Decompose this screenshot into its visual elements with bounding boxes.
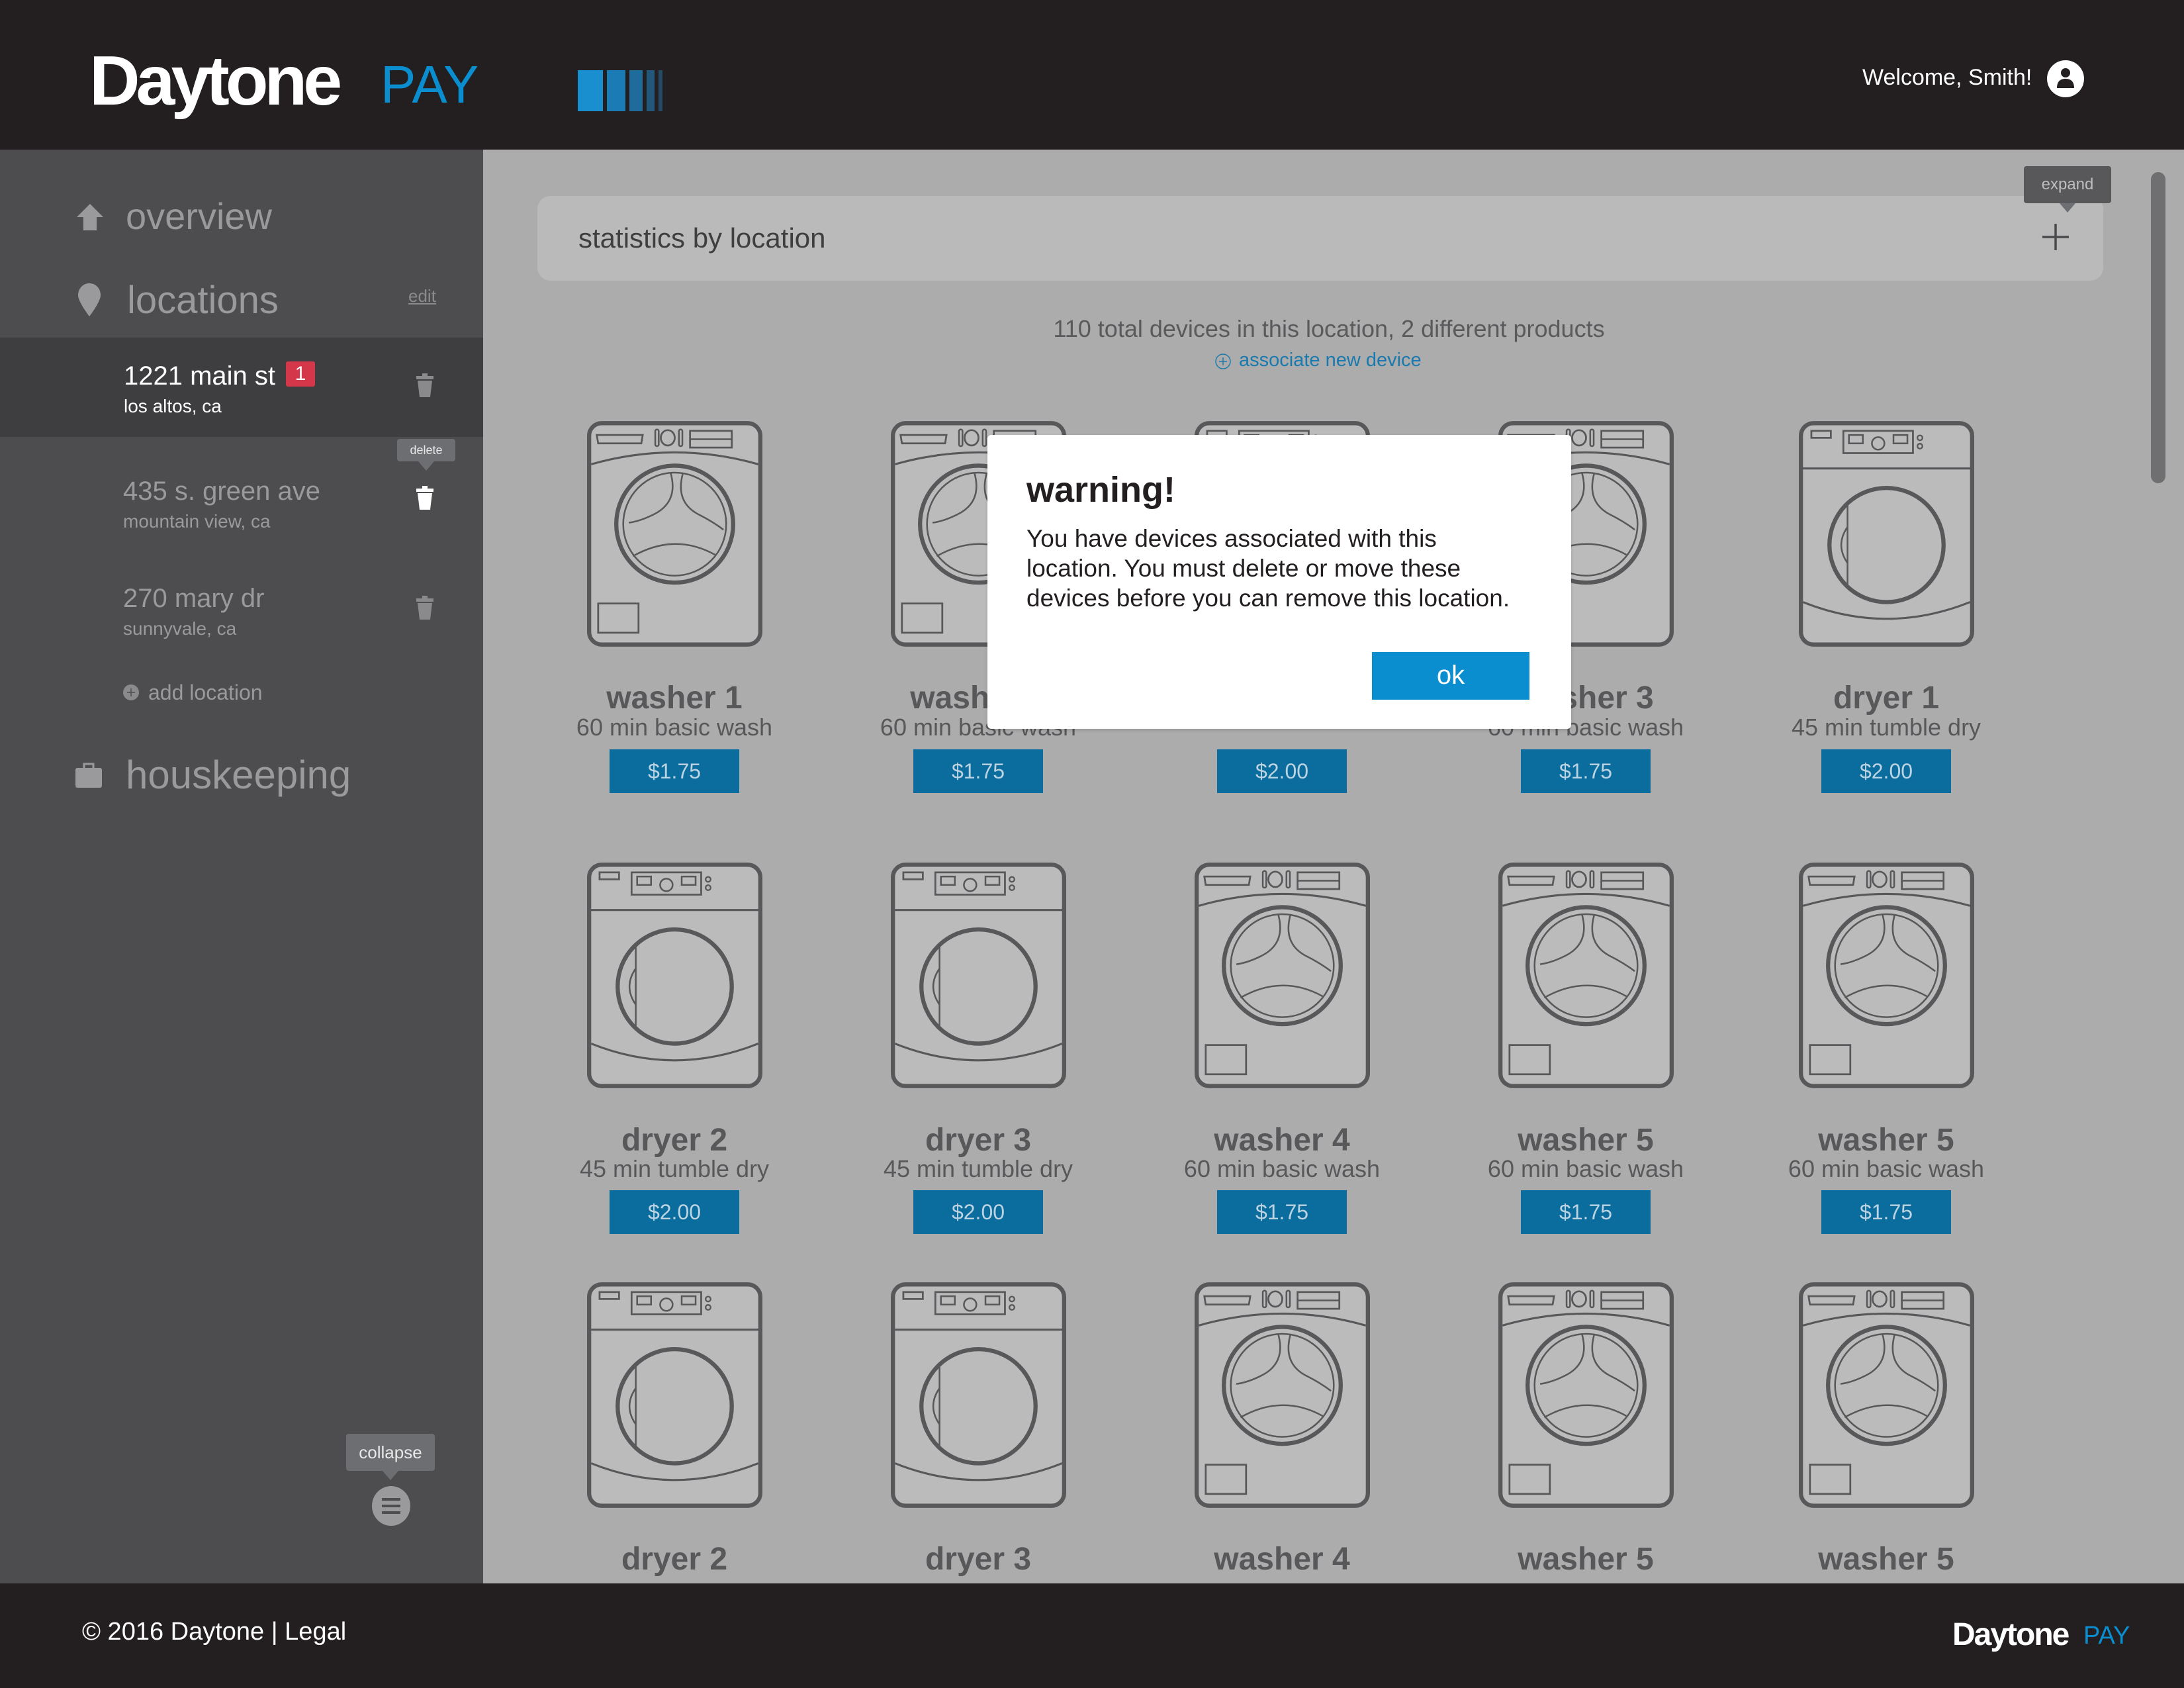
device-name: washer 4 xyxy=(1214,1542,1350,1577)
dryer-icon xyxy=(891,863,1066,1092)
device-name: dryer 2 xyxy=(621,1542,728,1577)
price-button[interactable]: $1.75 xyxy=(1521,1190,1651,1234)
price-button[interactable]: $1.75 xyxy=(1821,1190,1951,1234)
device-description: 45 min tumble dry xyxy=(579,1155,770,1182)
device-description: 60 min basic wash xyxy=(576,714,773,741)
plus-icon[interactable] xyxy=(2041,222,2070,252)
dialog-title: warning! xyxy=(1026,470,1175,510)
device-description: 60 min basic wash xyxy=(1487,1155,1684,1182)
statistics-title: statistics by location xyxy=(578,222,826,254)
location-item[interactable]: 435 s. green ave mountain view, ca xyxy=(0,461,483,547)
notification-badge: 1 xyxy=(286,361,315,387)
header: Daytone PAY Welcome, Smith! xyxy=(0,0,2184,150)
sidebar: overview locations edit 1221 main st 1 l… xyxy=(0,150,483,1583)
device-name: dryer 2 xyxy=(621,1123,728,1158)
dialog-message-line: devices before you can remove this locat… xyxy=(1026,585,1510,612)
trash-icon[interactable] xyxy=(416,373,434,397)
trash-icon[interactable] xyxy=(416,596,434,620)
price-button[interactable]: $1.75 xyxy=(913,749,1043,793)
price-button[interactable]: $1.75 xyxy=(1217,1190,1347,1234)
main-content: statistics by location expand 110 total … xyxy=(483,150,2184,1583)
location-item[interactable]: 270 mary dr sunnyvale, ca xyxy=(0,568,483,654)
washer-icon xyxy=(1799,1282,1974,1511)
washer-icon xyxy=(1195,863,1370,1092)
device-name: dryer 3 xyxy=(925,1123,1032,1158)
device-description: 60 min basic wash xyxy=(1183,1155,1381,1182)
copyright-text[interactable]: © 2016 Daytone | Legal xyxy=(82,1618,346,1646)
dryer-icon xyxy=(1799,421,1974,650)
washer-icon xyxy=(1498,863,1674,1092)
dryer-icon xyxy=(587,863,762,1092)
location-item[interactable]: 1221 main st 1 los altos, ca xyxy=(0,338,483,437)
dialog-message-line: location. You must delete or move these xyxy=(1026,555,1461,582)
device-name: dryer 1 xyxy=(1833,680,1940,716)
menu-icon[interactable] xyxy=(371,1486,411,1526)
washer-icon xyxy=(587,421,762,650)
washer-icon xyxy=(1799,863,1974,1092)
price-button[interactable]: $2.00 xyxy=(1821,749,1951,793)
washer-icon xyxy=(1498,1282,1674,1511)
ok-button[interactable]: ok xyxy=(1372,652,1529,700)
expand-tooltip: expand xyxy=(2024,166,2111,212)
trash-icon[interactable] xyxy=(416,486,434,510)
device-name: washer 5 xyxy=(1518,1542,1654,1577)
price-button[interactable]: $2.00 xyxy=(610,1190,739,1234)
home-icon xyxy=(77,204,103,230)
device-name: washer 5 xyxy=(1518,1123,1654,1158)
price-button[interactable]: $1.75 xyxy=(610,749,739,793)
device-description: 45 min tumble dry xyxy=(883,1155,1073,1182)
device-summary: 110 total devices in this location, 2 di… xyxy=(1053,315,1605,342)
sidebar-item-overview[interactable]: overview xyxy=(0,189,483,242)
plus-circle-icon xyxy=(123,684,139,700)
logo-bars-icon xyxy=(578,70,662,111)
warning-dialog: warning! You have devices associated wit… xyxy=(987,435,1571,729)
device-name: washer 5 xyxy=(1818,1123,1954,1158)
price-button[interactable]: $1.75 xyxy=(1521,749,1651,793)
device-name: washer 5 xyxy=(1818,1542,1954,1577)
device-name: dryer 3 xyxy=(925,1542,1032,1577)
device-description: 60 min basic wash xyxy=(1788,1155,1985,1182)
briefcase-icon xyxy=(75,763,102,788)
welcome-text: Welcome, Smith! xyxy=(1862,65,2032,90)
device-description: 45 min tumble dry xyxy=(1791,714,1981,741)
statistics-panel[interactable]: statistics by location xyxy=(537,196,2103,281)
edit-link[interactable]: edit xyxy=(408,286,436,306)
delete-tooltip: delete xyxy=(397,439,455,471)
add-location-button[interactable]: add location xyxy=(123,679,322,706)
dryer-icon xyxy=(891,1282,1066,1511)
device-name: washer 4 xyxy=(1214,1123,1350,1158)
dialog-message-line: You have devices associated with this xyxy=(1026,525,1437,552)
price-button[interactable]: $2.00 xyxy=(1217,749,1347,793)
user-icon[interactable] xyxy=(2046,60,2085,98)
collapse-tooltip: collapse xyxy=(346,1434,435,1480)
device-name: washer 1 xyxy=(606,680,743,716)
dryer-icon xyxy=(587,1282,762,1511)
price-button[interactable]: $2.00 xyxy=(913,1190,1043,1234)
footer: © 2016 Daytone | Legal Daytone PAY xyxy=(0,1583,2184,1688)
associate-new-device-link[interactable]: associate new device xyxy=(1215,348,1467,375)
footer-logo: Daytone PAY xyxy=(1952,1617,2130,1652)
plus-circle-icon xyxy=(1215,353,1231,369)
sidebar-item-housekeeping[interactable]: houskeeping xyxy=(0,748,483,805)
location-pin-icon xyxy=(78,283,101,316)
washer-icon xyxy=(1195,1282,1370,1511)
